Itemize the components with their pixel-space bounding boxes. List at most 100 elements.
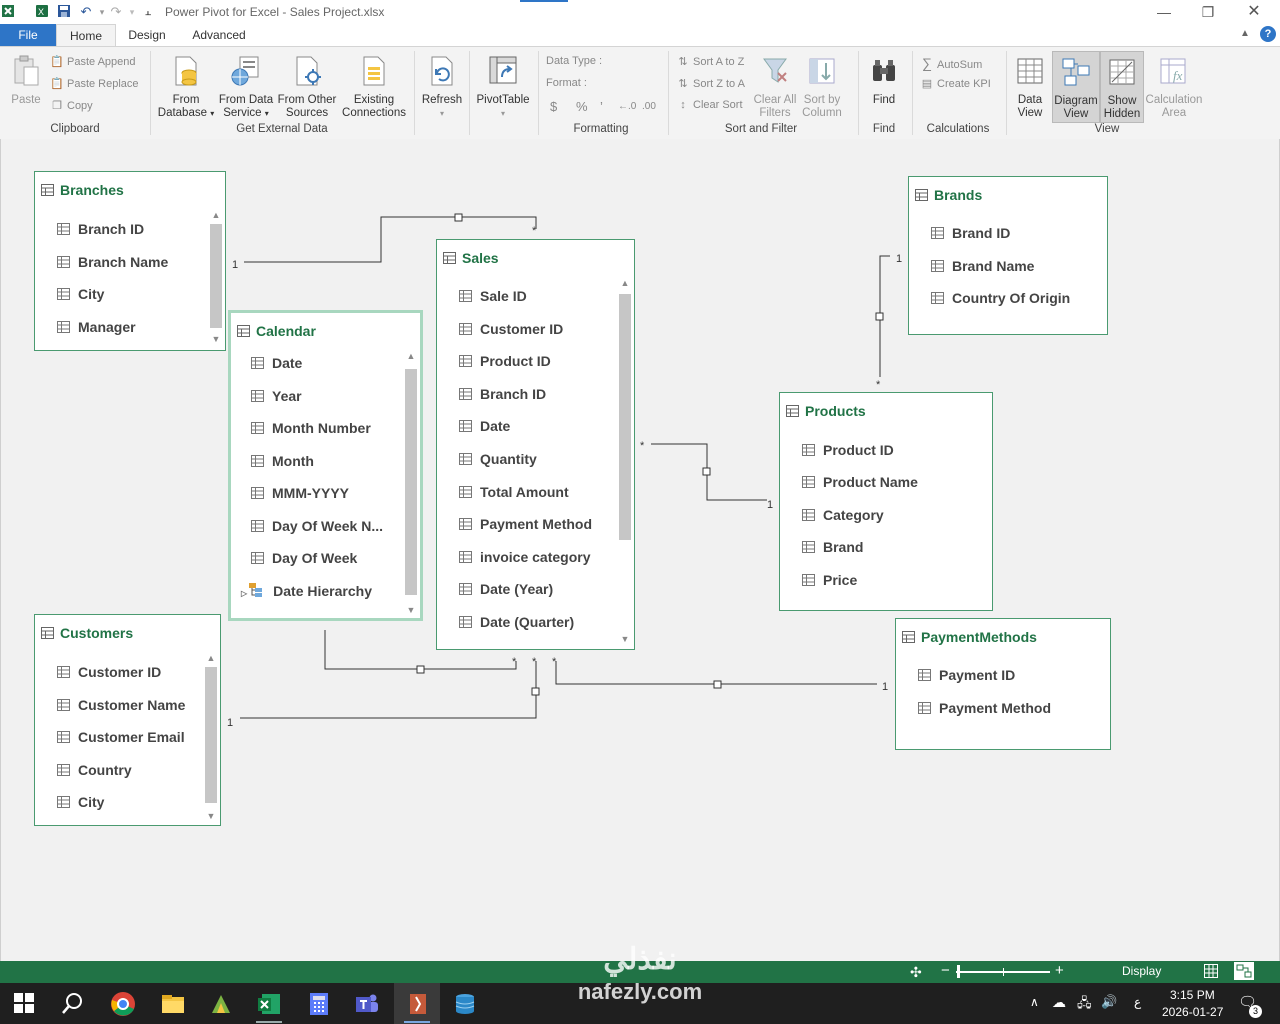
scrollbar[interactable]: ▲ ▼ bbox=[617, 276, 633, 646]
scroll-up-icon[interactable]: ▲ bbox=[203, 651, 219, 665]
onedrive-icon[interactable]: ☁ bbox=[1052, 994, 1066, 1011]
field-month[interactable]: Month bbox=[251, 453, 314, 470]
scroll-down-icon[interactable]: ▼ bbox=[403, 603, 419, 617]
table-brands[interactable]: Brands Brand ID Brand Name Country Of Or… bbox=[908, 176, 1108, 335]
customize-toolbar-icon[interactable]: ⫠ bbox=[140, 4, 156, 20]
field-day-of-week-number[interactable]: Day Of Week N... bbox=[251, 518, 383, 535]
app-icon[interactable] bbox=[208, 991, 234, 1017]
field-branch-id[interactable]: Branch ID bbox=[57, 221, 144, 238]
pivottable-button[interactable]: PivotTable ▾ bbox=[474, 55, 532, 120]
relationship-marker[interactable] bbox=[416, 665, 425, 674]
find-button[interactable]: Find bbox=[864, 55, 904, 107]
field-date-quarter[interactable]: Date (Quarter) bbox=[459, 614, 574, 631]
excel-icon[interactable]: X bbox=[34, 4, 50, 20]
network-icon[interactable]: 🖧 bbox=[1077, 994, 1092, 1016]
sort-z-to-a-button[interactable]: ⇅ Sort Z to A bbox=[676, 77, 745, 90]
data-view-button[interactable]: Data View bbox=[1010, 55, 1050, 120]
expand-icon[interactable]: ▷ bbox=[241, 589, 247, 598]
field-customer-email[interactable]: Customer Email bbox=[57, 729, 185, 746]
fit-to-screen-icon[interactable]: ✣ bbox=[910, 964, 922, 981]
scroll-up-icon[interactable]: ▲ bbox=[208, 208, 224, 222]
field-date[interactable]: Date bbox=[459, 418, 510, 435]
currency-button[interactable]: $ bbox=[550, 99, 557, 114]
relationship-customers-sales[interactable] bbox=[240, 661, 537, 719]
field-city[interactable]: City bbox=[57, 794, 104, 811]
field-mmm-yyyy[interactable]: MMM-YYYY bbox=[251, 485, 349, 502]
scroll-thumb[interactable] bbox=[405, 369, 417, 595]
field-product-id[interactable]: Product ID bbox=[802, 442, 894, 459]
field-branch-id[interactable]: Branch ID bbox=[459, 386, 546, 403]
field-quantity[interactable]: Quantity bbox=[459, 451, 537, 468]
field-date[interactable]: Date bbox=[251, 355, 302, 372]
clock-time[interactable]: 3:15 PM bbox=[1170, 988, 1215, 1002]
field-payment-method[interactable]: Payment Method bbox=[918, 700, 1051, 717]
field-date-hierarchy[interactable]: ▷ Date Hierarchy bbox=[241, 583, 372, 600]
field-date-year[interactable]: Date (Year) bbox=[459, 581, 553, 598]
decrease-decimal-button[interactable]: .00 bbox=[642, 101, 656, 112]
field-sale-id[interactable]: Sale ID bbox=[459, 288, 527, 305]
paste-button[interactable]: Paste bbox=[6, 55, 46, 107]
from-database-button[interactable]: From Database ▾ bbox=[155, 55, 217, 120]
relationship-marker[interactable] bbox=[713, 680, 722, 689]
restore-icon[interactable]: ❐ bbox=[1188, 2, 1228, 22]
scrollbar[interactable]: ▲ ▼ bbox=[203, 651, 219, 823]
calculation-area-button[interactable]: fx Calculation Area bbox=[1144, 55, 1204, 120]
redo-dropdown-icon[interactable]: ▾ bbox=[124, 4, 140, 20]
field-month-number[interactable]: Month Number bbox=[251, 420, 371, 437]
volume-icon[interactable]: 🔊 bbox=[1101, 994, 1117, 1010]
calculator-icon[interactable] bbox=[306, 991, 332, 1017]
existing-connections-button[interactable]: Existing Connections bbox=[340, 55, 408, 120]
chrome-icon[interactable] bbox=[110, 991, 136, 1017]
field-product-name[interactable]: Product Name bbox=[802, 474, 918, 491]
powerpoint-like-icon[interactable] bbox=[404, 991, 430, 1017]
zoom-out-icon[interactable]: − bbox=[941, 962, 950, 979]
close-icon[interactable]: ✕ bbox=[1234, 2, 1274, 22]
undo-icon[interactable]: ↶ bbox=[78, 4, 94, 20]
show-hidden-button[interactable]: Show Hidden bbox=[1100, 51, 1144, 123]
field-customer-name[interactable]: Customer Name bbox=[57, 697, 185, 714]
grid-view-icon[interactable] bbox=[1204, 964, 1218, 981]
show-hidden-icons-icon[interactable]: ∧ bbox=[1030, 995, 1039, 1009]
field-brand[interactable]: Brand bbox=[802, 539, 863, 556]
autosum-button[interactable]: ∑ AutoSum bbox=[920, 55, 982, 71]
scroll-up-icon[interactable]: ▲ bbox=[617, 276, 633, 290]
tab-home[interactable]: Home bbox=[56, 24, 116, 47]
refresh-button[interactable]: Refresh ▾ bbox=[418, 55, 466, 120]
field-country[interactable]: Country bbox=[57, 762, 132, 779]
increase-decimal-button[interactable]: ←.0 bbox=[618, 101, 636, 112]
field-city[interactable]: City bbox=[57, 286, 104, 303]
minimize-icon[interactable]: — bbox=[1144, 2, 1184, 22]
from-other-sources-button[interactable]: From Other Sources bbox=[275, 55, 339, 120]
clear-sort-button[interactable]: ↕ Clear Sort bbox=[676, 99, 742, 111]
scroll-down-icon[interactable]: ▼ bbox=[203, 809, 219, 823]
field-product-id[interactable]: Product ID bbox=[459, 353, 551, 370]
database-app-icon[interactable] bbox=[452, 991, 478, 1017]
scroll-up-icon[interactable]: ▲ bbox=[403, 349, 419, 363]
input-language[interactable]: ع bbox=[1134, 995, 1141, 1009]
field-customer-id[interactable]: Customer ID bbox=[57, 664, 161, 681]
field-payment-id[interactable]: Payment ID bbox=[918, 667, 1015, 684]
paste-replace-button[interactable]: 📋 Paste Replace bbox=[50, 77, 138, 90]
excel-taskbar-icon[interactable] bbox=[256, 991, 282, 1017]
scroll-down-icon[interactable]: ▼ bbox=[208, 332, 224, 346]
field-branch-name[interactable]: Branch Name bbox=[57, 254, 168, 271]
comma-button[interactable]: ’ bbox=[600, 99, 603, 114]
table-paymentmethods[interactable]: PaymentMethods Payment ID Payment Method bbox=[895, 618, 1111, 750]
help-icon[interactable]: ? bbox=[1260, 26, 1276, 42]
relationship-marker[interactable] bbox=[454, 213, 463, 222]
field-payment-method[interactable]: Payment Method bbox=[459, 516, 592, 533]
table-sales[interactable]: Sales Sale ID Customer ID Product ID Bra… bbox=[436, 239, 635, 650]
save-icon[interactable] bbox=[56, 4, 72, 20]
clear-all-filters-button[interactable]: Clear All Filters bbox=[752, 55, 798, 120]
field-price[interactable]: Price bbox=[802, 572, 857, 589]
table-branches[interactable]: Branches Branch ID Branch Name City Mana… bbox=[34, 171, 226, 351]
sort-by-column-button[interactable]: Sort by Column bbox=[798, 55, 846, 120]
field-brand-id[interactable]: Brand ID bbox=[931, 225, 1010, 242]
tab-file[interactable]: File bbox=[0, 24, 56, 46]
table-calendar[interactable]: Calendar Date Year Month Number Month MM… bbox=[228, 310, 423, 621]
scrollbar[interactable]: ▲ ▼ bbox=[208, 208, 224, 346]
field-invoice-category[interactable]: invoice category bbox=[459, 549, 591, 566]
tab-design[interactable]: Design bbox=[120, 24, 174, 46]
scroll-thumb[interactable] bbox=[205, 667, 217, 803]
relationship-marker[interactable] bbox=[875, 312, 884, 321]
